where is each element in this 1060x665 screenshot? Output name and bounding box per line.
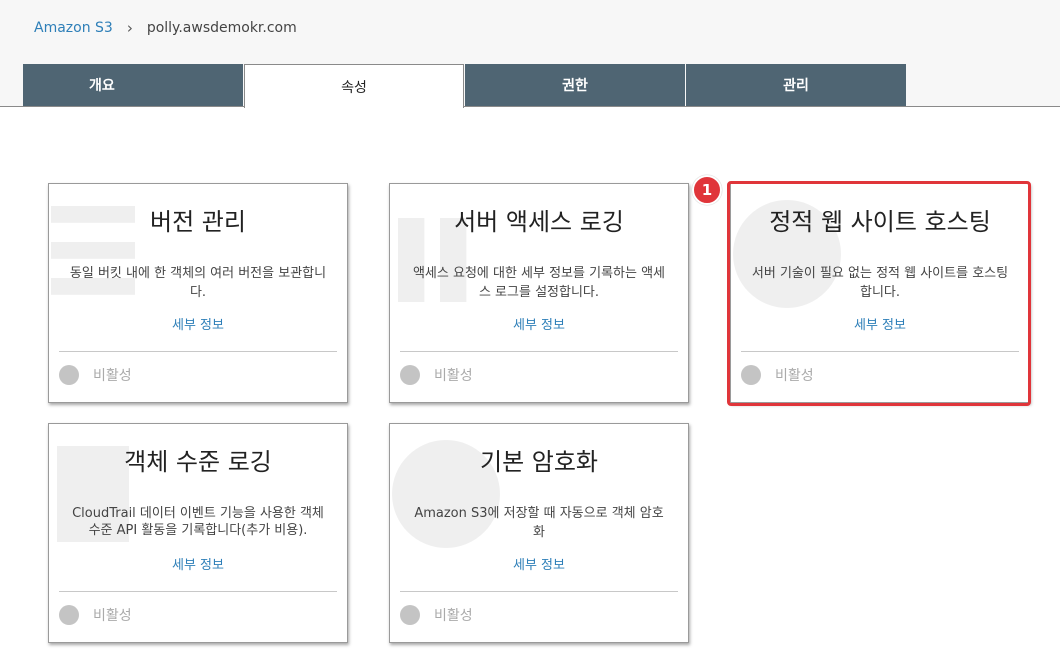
tab-management[interactable]: 관리 [686, 64, 906, 106]
breadcrumb: Amazon S3 › polly.awsdemokr.com [34, 19, 297, 37]
card-title: 서버 액세스 로깅 [454, 208, 624, 236]
divider [59, 351, 337, 352]
status-label: 비활성 [93, 608, 132, 624]
status-label: 비활성 [93, 368, 132, 384]
card-title: 버전 관리 [150, 208, 246, 236]
divider [400, 351, 678, 352]
status: 비활성 [400, 365, 473, 385]
card-description: CloudTrail 데이터 이벤트 기능을 사용한 객체 수준 API 활동을… [72, 506, 324, 538]
breadcrumb-s3-link[interactable]: Amazon S3 [34, 20, 113, 36]
divider [400, 591, 678, 592]
status-dot-icon [59, 605, 79, 625]
details-link[interactable]: 세부 정보 [390, 314, 688, 333]
status: 비활성 [59, 365, 132, 385]
status-dot-icon [59, 365, 79, 385]
card-description: 액세스 요청에 대한 세부 정보를 기록하는 액세스 로그를 설정합니다. [412, 266, 666, 300]
status-label: 비활성 [434, 368, 473, 384]
card-object-level-logging[interactable]: 객체 수준 로깅 CloudTrail 데이터 이벤트 기능을 사용한 객체 수… [48, 423, 348, 643]
details-link[interactable]: 세부 정보 [49, 314, 347, 333]
header-bar: Amazon S3 › polly.awsdemokr.com 개요 속성 권한… [0, 0, 1060, 108]
card-title: 기본 암호화 [479, 448, 599, 476]
divider [59, 591, 337, 592]
card-title: 객체 수준 로깅 [124, 448, 272, 476]
details-link[interactable]: 세부 정보 [390, 554, 688, 573]
breadcrumb-current-bucket: polly.awsdemokr.com [146, 20, 297, 36]
card-description: Amazon S3에 저장할 때 자동으로 객체 암호화 [414, 506, 664, 540]
tab-bar: 개요 속성 권한 관리 [23, 64, 907, 108]
card-versioning[interactable]: 버전 관리 동일 버킷 내에 한 객체의 여러 버전을 보관합니다. 세부 정보… [48, 183, 348, 403]
tab-overview[interactable]: 개요 [23, 64, 243, 106]
status-dot-icon [400, 605, 420, 625]
status: 비활성 [59, 605, 132, 625]
tab-properties[interactable]: 속성 [244, 64, 464, 108]
card-description: 동일 버킷 내에 한 객체의 여러 버전을 보관합니다. [69, 266, 327, 300]
status: 비활성 [400, 605, 473, 625]
tab-permissions[interactable]: 권한 [465, 64, 685, 106]
highlight-box [727, 181, 1031, 406]
step-badge: 1 [692, 175, 722, 205]
details-link[interactable]: 세부 정보 [49, 554, 347, 573]
card-default-encryption[interactable]: 기본 암호화 Amazon S3에 저장할 때 자동으로 객체 암호화 세부 정… [389, 423, 689, 643]
card-server-access-logging[interactable]: 서버 액세스 로깅 액세스 요청에 대한 세부 정보를 기록하는 액세스 로그를… [389, 183, 689, 403]
breadcrumb-separator-icon: › [126, 19, 133, 37]
status-label: 비활성 [434, 608, 473, 624]
status-dot-icon [400, 365, 420, 385]
